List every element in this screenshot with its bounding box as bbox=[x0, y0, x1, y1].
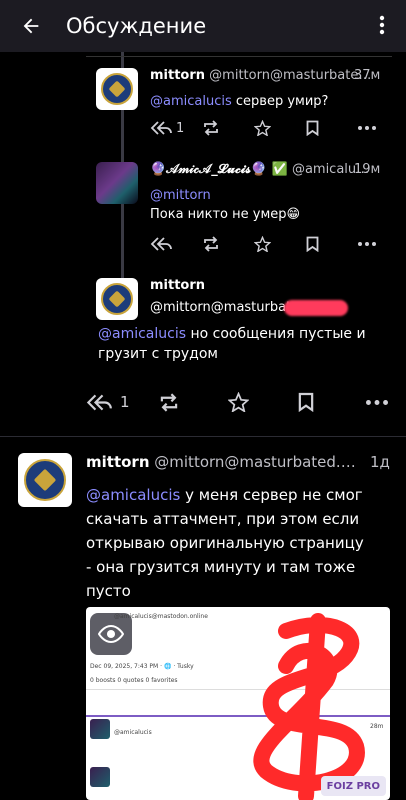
bookmark-button[interactable] bbox=[306, 120, 358, 136]
reply-count: 1 bbox=[120, 393, 130, 411]
screenshot-text: @amicalucis@mastodon.online bbox=[114, 613, 208, 620]
more-horiz-icon bbox=[366, 399, 388, 405]
star-icon bbox=[254, 236, 271, 252]
boost-button[interactable] bbox=[202, 120, 254, 136]
divider bbox=[86, 56, 392, 57]
watermark: FOIZ PRO bbox=[320, 776, 386, 796]
avatar bbox=[90, 719, 110, 739]
post-actions: 1 bbox=[86, 392, 406, 412]
more-button[interactable] bbox=[366, 399, 406, 405]
more-vert-icon bbox=[379, 15, 385, 35]
star-icon bbox=[254, 120, 271, 136]
bookmark-icon bbox=[306, 236, 319, 252]
reply-all-icon bbox=[150, 121, 172, 135]
post-time: 19м bbox=[354, 162, 381, 177]
reply-all-icon bbox=[150, 237, 172, 251]
reply-post[interactable]: mittorn @mittorn@masturbate… 37м @amical… bbox=[86, 52, 392, 152]
screenshot-text: @amicalucis bbox=[114, 729, 152, 736]
bookmark-icon bbox=[306, 120, 319, 136]
avatar[interactable] bbox=[18, 453, 72, 507]
boost-button[interactable] bbox=[202, 236, 254, 252]
more-button[interactable] bbox=[358, 126, 398, 130]
avatar[interactable] bbox=[96, 162, 138, 204]
reply-button[interactable]: 1 bbox=[150, 120, 202, 136]
author-name: mittorn bbox=[150, 68, 206, 83]
mention-link[interactable]: @amicalucis bbox=[150, 94, 232, 109]
post-text: @amicalucis но сообщения пустые и грузит… bbox=[98, 326, 366, 362]
reply-count: 1 bbox=[176, 120, 185, 136]
author-name: mittorn bbox=[86, 453, 150, 471]
avatar bbox=[90, 767, 110, 787]
reply-button[interactable]: 1 bbox=[86, 393, 158, 412]
censor-mark bbox=[284, 300, 348, 316]
post-text: @mittorn Пока никто не умер😁 bbox=[150, 186, 301, 222]
bookmark-icon bbox=[298, 392, 314, 412]
reply-post[interactable]: mittorn @mittorn@masturbate @amicalucis … bbox=[84, 268, 390, 438]
author-name: mittorn bbox=[150, 278, 206, 293]
mention-link[interactable]: @amicalucis bbox=[98, 326, 186, 342]
post-actions bbox=[150, 236, 398, 252]
favorite-button[interactable] bbox=[254, 120, 306, 136]
reply-button[interactable] bbox=[150, 236, 202, 252]
bookmark-button[interactable] bbox=[306, 236, 358, 252]
media-attachment[interactable]: @amicalucis@mastodon.online Dec 09, 2025… bbox=[86, 607, 390, 800]
post-text: @amicalucis у меня сервер не смог скачат… bbox=[86, 486, 364, 600]
repeat-icon bbox=[160, 392, 178, 412]
boost-button[interactable] bbox=[158, 392, 228, 412]
author-name: 🔮𝒜𝓂𝒾𝒸𝒜_𝓛𝓾𝓬𝓲𝓼🔮 ✅ bbox=[150, 162, 288, 177]
back-button[interactable] bbox=[14, 9, 48, 43]
page-title: Обсуждение bbox=[66, 14, 207, 38]
thread-context: mittorn @mittorn@masturbate… 37м @amical… bbox=[0, 52, 406, 436]
app-bar: Обсуждение bbox=[0, 0, 406, 52]
screenshot-text: Dec 09, 2025, 7:43 PM · 🌐 · Tusky bbox=[90, 663, 194, 670]
reply-post[interactable]: 🔮𝒜𝓂𝒾𝒸𝒜_𝓛𝓾𝓬𝓲𝓼🔮 ✅ @amicalu… 19м @mittorn П… bbox=[86, 152, 392, 264]
eye-icon bbox=[98, 625, 124, 643]
screenshot-text: 0 boosts 0 quotes 0 favorites bbox=[90, 677, 178, 684]
censor-scribble bbox=[253, 613, 365, 800]
author-handle: @mittorn@masturbate… bbox=[209, 68, 372, 83]
more-horiz-icon bbox=[358, 242, 376, 246]
repeat-icon bbox=[204, 236, 218, 252]
author-handle: @mittorn@masturbate bbox=[150, 300, 300, 315]
post-time: 1д bbox=[370, 453, 390, 471]
favorite-button[interactable] bbox=[228, 392, 298, 412]
arrow-left-icon bbox=[23, 18, 39, 34]
reply-all-icon bbox=[86, 394, 112, 410]
more-horiz-icon bbox=[358, 126, 376, 130]
more-button[interactable] bbox=[358, 242, 398, 246]
avatar[interactable] bbox=[96, 68, 138, 110]
mention-link[interactable]: @mittorn bbox=[150, 186, 300, 205]
post-text: @amicalucis сервер умир? bbox=[150, 94, 329, 109]
main-post[interactable]: mittorn @mittorn@masturbated.… 1д @amica… bbox=[0, 437, 406, 800]
more-options-button[interactable] bbox=[372, 10, 392, 40]
avatar[interactable] bbox=[96, 278, 138, 320]
post-time: 37м bbox=[354, 68, 381, 83]
bookmark-button[interactable] bbox=[298, 392, 366, 412]
mention-link[interactable]: @amicalucis bbox=[86, 486, 180, 504]
author-handle: @mittorn@masturbated.… bbox=[154, 453, 356, 471]
star-icon bbox=[228, 392, 249, 412]
favorite-button[interactable] bbox=[254, 236, 306, 252]
post-actions: 1 bbox=[150, 120, 398, 136]
repeat-icon bbox=[204, 120, 218, 136]
